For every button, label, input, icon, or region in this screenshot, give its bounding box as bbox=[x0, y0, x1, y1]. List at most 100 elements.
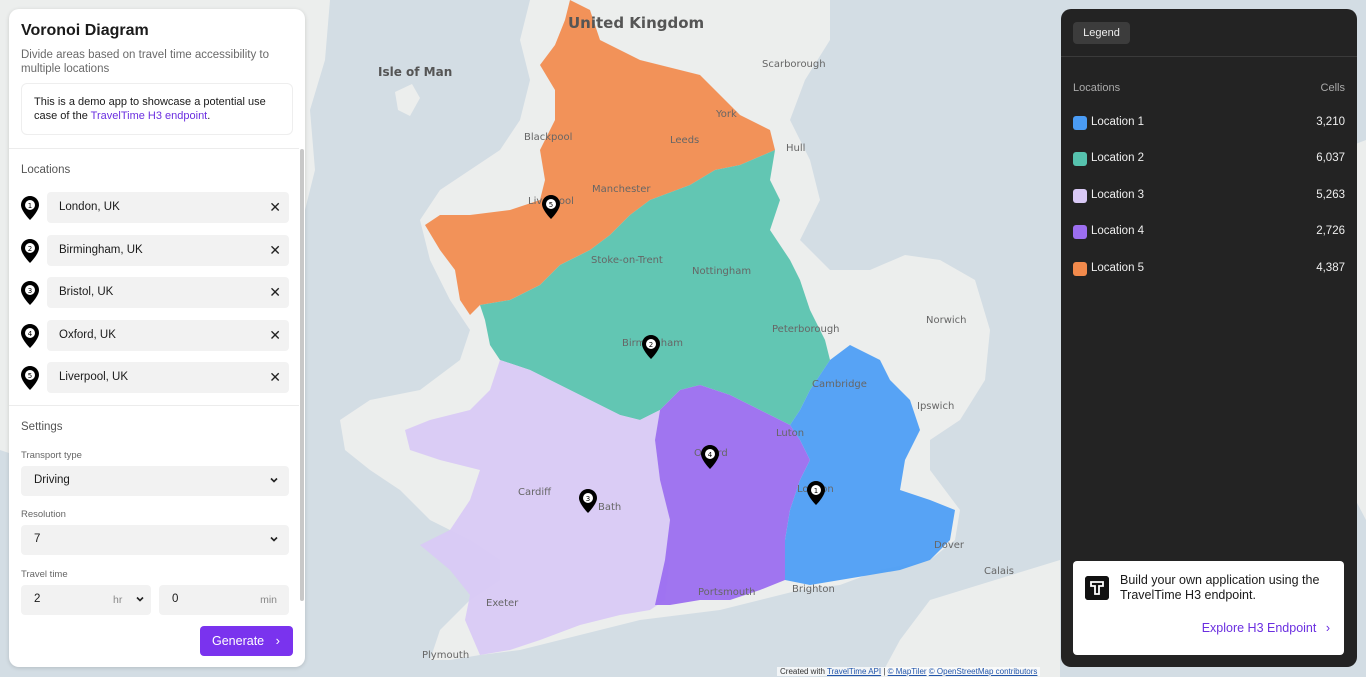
place-label: Portsmouth bbox=[698, 587, 756, 598]
legend-name: Location 3 bbox=[1091, 189, 1145, 201]
demo-note: This is a demo app to showcase a potenti… bbox=[21, 83, 293, 135]
location-input[interactable]: Oxford, UK ✕ bbox=[47, 320, 289, 351]
location-input[interactable]: Bristol, UK ✕ bbox=[47, 277, 289, 308]
page-title: Voronoi Diagram bbox=[21, 22, 149, 39]
location-row-2: 2 Birmingham, UK ✕ bbox=[21, 235, 289, 266]
place-label: Isle of Man bbox=[378, 65, 453, 79]
svg-text:3: 3 bbox=[586, 495, 590, 503]
place-label: Blackpool bbox=[524, 132, 573, 143]
chevron-down-icon bbox=[270, 477, 278, 483]
panel-scrollbar[interactable] bbox=[300, 149, 304, 601]
svg-text:1: 1 bbox=[814, 487, 818, 495]
location-marker-icon: 3 bbox=[21, 281, 39, 305]
resolution-label: Resolution bbox=[21, 509, 66, 520]
svg-text:1: 1 bbox=[28, 202, 32, 210]
place-label: Leeds bbox=[670, 135, 700, 146]
legend-row: Location 4 2,726 bbox=[1073, 224, 1345, 240]
promo-card: Build your own application using the Tra… bbox=[1073, 561, 1344, 655]
minutes-value: 0 bbox=[172, 593, 179, 605]
place-label: Dover bbox=[934, 540, 964, 551]
hours-value: 2 bbox=[34, 593, 41, 605]
demo-note-suffix: . bbox=[207, 110, 211, 122]
place-label: Norwich bbox=[926, 315, 967, 326]
location-row-4: 4 Oxford, UK ✕ bbox=[21, 320, 289, 351]
attribution-link-osm[interactable]: © OpenStreetMap contributors bbox=[929, 667, 1038, 676]
chevron-down-icon[interactable] bbox=[135, 594, 145, 604]
location-marker-icon: 2 bbox=[21, 239, 39, 263]
minutes-unit: min bbox=[260, 594, 277, 606]
generate-button[interactable]: Generate › bbox=[200, 626, 293, 656]
place-label: York bbox=[716, 109, 737, 120]
close-icon[interactable]: ✕ bbox=[269, 284, 281, 300]
page-subtitle: Divide areas based on travel time access… bbox=[21, 49, 270, 75]
settings-heading: Settings bbox=[21, 421, 63, 433]
close-icon[interactable]: ✕ bbox=[269, 199, 281, 215]
traveltime-h3-link[interactable]: TravelTime H3 endpoint bbox=[91, 110, 208, 122]
legend-name: Location 5 bbox=[1091, 262, 1145, 274]
svg-text:2: 2 bbox=[649, 341, 653, 349]
legend-swatch bbox=[1073, 225, 1087, 239]
place-label: Stoke-on-Trent bbox=[591, 255, 663, 266]
location-value: London, UK bbox=[59, 201, 120, 213]
place-label: Cambridge bbox=[812, 379, 867, 390]
close-icon[interactable]: ✕ bbox=[269, 369, 281, 385]
legend-cells: 5,263 bbox=[1316, 189, 1345, 201]
travel-time-label: Travel time bbox=[21, 569, 68, 580]
location-input[interactable]: Liverpool, UK ✕ bbox=[47, 362, 289, 393]
chevron-down-icon bbox=[270, 536, 278, 542]
location-value: Oxford, UK bbox=[59, 329, 116, 341]
attribution-link-maptiler[interactable]: © MapTiler bbox=[888, 667, 927, 676]
legend-row: Location 2 6,037 bbox=[1073, 151, 1345, 167]
traveltime-logo-icon bbox=[1085, 576, 1109, 600]
place-label: Hull bbox=[786, 143, 806, 154]
location-input[interactable]: Birmingham, UK ✕ bbox=[47, 235, 289, 266]
explore-h3-endpoint-link[interactable]: Explore H3 Endpoint › bbox=[1202, 621, 1330, 635]
legend-row: Location 5 4,387 bbox=[1073, 261, 1345, 277]
svg-text:3: 3 bbox=[28, 287, 32, 295]
resolution-select[interactable]: 7 bbox=[21, 525, 289, 555]
map-pin-4[interactable]: 4 bbox=[701, 445, 719, 469]
close-icon[interactable]: ✕ bbox=[269, 242, 281, 258]
legend-cells: 4,387 bbox=[1316, 262, 1345, 274]
minutes-input[interactable]: 0 min bbox=[159, 585, 289, 615]
promo-text: Build your own application using the Tra… bbox=[1120, 573, 1320, 602]
map-pin-2[interactable]: 2 bbox=[642, 335, 660, 359]
attribution-link-traveltime[interactable]: TravelTime API bbox=[827, 667, 881, 676]
svg-text:5: 5 bbox=[549, 201, 553, 209]
location-value: Liverpool, UK bbox=[59, 371, 129, 383]
legend-locations-header: Locations bbox=[1073, 82, 1121, 94]
legend-swatch bbox=[1073, 189, 1087, 203]
hours-unit: hr bbox=[113, 594, 123, 606]
map-pin-5[interactable]: 5 bbox=[542, 195, 560, 219]
divider bbox=[9, 405, 299, 406]
location-marker-icon: 4 bbox=[21, 324, 39, 348]
legend-name: Location 2 bbox=[1091, 152, 1145, 164]
location-row-5: 5 Liverpool, UK ✕ bbox=[21, 362, 289, 393]
divider bbox=[9, 148, 299, 149]
control-panel: Voronoi Diagram Divide areas based on tr… bbox=[9, 9, 305, 667]
tab-legend[interactable]: Legend bbox=[1073, 22, 1130, 44]
close-icon[interactable]: ✕ bbox=[269, 327, 281, 343]
legend-swatch bbox=[1073, 116, 1087, 130]
legend-name: Location 1 bbox=[1091, 116, 1145, 128]
map-attribution: Created with TravelTime API | © MapTiler… bbox=[777, 667, 1041, 676]
place-label: Exeter bbox=[486, 598, 519, 609]
hours-input[interactable]: 2 hr bbox=[21, 585, 151, 615]
place-label: Scarborough bbox=[762, 59, 826, 70]
legend-swatch bbox=[1073, 262, 1087, 276]
legend-swatch bbox=[1073, 152, 1087, 166]
map-pin-1[interactable]: 1 bbox=[807, 481, 825, 505]
transport-type-select[interactable]: Driving bbox=[21, 466, 289, 496]
legend-row: Location 1 3,210 bbox=[1073, 115, 1345, 131]
place-label: Cardiff bbox=[518, 487, 552, 498]
map-pin-3[interactable]: 3 bbox=[579, 489, 597, 513]
svg-text:5: 5 bbox=[28, 372, 32, 380]
locations-heading: Locations bbox=[21, 164, 71, 176]
legend-cells: 2,726 bbox=[1316, 225, 1345, 237]
transport-type-label: Transport type bbox=[21, 450, 82, 461]
legend-name: Location 4 bbox=[1091, 225, 1145, 237]
location-input[interactable]: London, UK ✕ bbox=[47, 192, 289, 223]
legend-cells-header: Cells bbox=[1320, 82, 1345, 94]
explore-h3-label: Explore H3 Endpoint bbox=[1201, 621, 1317, 635]
location-marker-icon: 5 bbox=[21, 366, 39, 390]
